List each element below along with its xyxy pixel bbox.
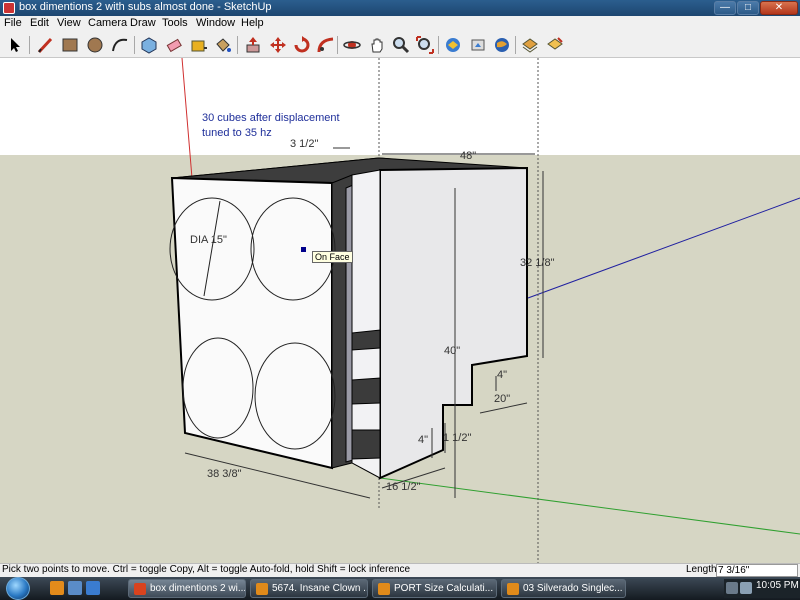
menu-draw[interactable]: Draw: [130, 17, 156, 29]
tape-measure-icon[interactable]: [189, 35, 209, 55]
green-axis: [379, 477, 800, 535]
push-pull-icon[interactable]: [243, 35, 263, 55]
show-desktop-icon[interactable]: [68, 581, 82, 595]
get-photo-texture-icon[interactable]: [520, 35, 540, 55]
zoom-extents-icon[interactable]: [415, 35, 435, 55]
zoom-icon[interactable]: [391, 35, 411, 55]
dimension-port-20: 20": [494, 393, 510, 405]
menu-edit[interactable]: Edit: [30, 17, 49, 29]
dimension-port-4-side: 4": [418, 434, 428, 446]
taskbar-window-insane-clown[interactable]: 5674. Insane Clown ...: [250, 579, 368, 598]
menu-file[interactable]: File: [4, 17, 22, 29]
menu-view[interactable]: View: [57, 17, 81, 29]
firefox-taskbar-icon: [507, 583, 519, 595]
menu-bar: File Edit View Camera Draw Tools Window …: [0, 16, 800, 32]
maximize-button[interactable]: □: [737, 1, 759, 15]
red-axis: [181, 58, 193, 179]
network-icon[interactable]: [726, 582, 738, 594]
menu-camera[interactable]: Camera: [88, 17, 127, 29]
title-bar: box dimentions 2 with subs almost done -…: [0, 0, 800, 16]
window-title: box dimentions 2 with subs almost done -…: [19, 1, 272, 13]
dimension-width: 48": [460, 150, 476, 162]
rotate-icon[interactable]: [292, 35, 312, 55]
dimension-bottom: 16 1/2": [386, 481, 421, 493]
rectangle-tool-icon[interactable]: [60, 35, 80, 55]
menu-help[interactable]: Help: [241, 17, 264, 29]
toolbar-separator: [134, 36, 135, 54]
circle-tool-icon[interactable]: [85, 35, 105, 55]
minimize-button[interactable]: —: [714, 1, 736, 15]
toolbar: [0, 32, 800, 58]
share-model-icon[interactable]: [468, 35, 488, 55]
blue-axis: [527, 197, 800, 299]
close-button[interactable]: ✕: [760, 1, 798, 15]
menu-window[interactable]: Window: [196, 17, 235, 29]
make-component-icon[interactable]: [139, 35, 159, 55]
select-tool-icon[interactable]: [5, 35, 25, 55]
taskbar-window-label: box dimentions 2 wi...: [150, 583, 246, 594]
taskbar: box dimentions 2 wi... 5674. Insane Clow…: [0, 577, 800, 600]
status-bar: Pick two points to move. Ctrl = toggle C…: [0, 563, 800, 577]
clock[interactable]: 10:05 PM: [756, 580, 799, 591]
line-tool-icon[interactable]: [35, 35, 55, 55]
note-line-2: tuned to 35 hz: [202, 127, 272, 139]
taskbar-window-sketchup[interactable]: box dimentions 2 wi...: [128, 579, 246, 598]
taskbar-window-label: PORT Size Calculati...: [394, 583, 494, 594]
google-earth-icon[interactable]: [492, 35, 512, 55]
taskbar-window-label: 03 Silverado Singlec...: [523, 583, 623, 594]
note-line-1: 30 cubes after displacement: [202, 112, 340, 124]
shelf: [351, 377, 381, 405]
status-hint: Pick two points to move. Ctrl = toggle C…: [2, 564, 411, 575]
inference-tooltip: On Face: [312, 251, 353, 263]
menu-tools[interactable]: Tools: [162, 17, 188, 29]
orbit-icon[interactable]: [342, 35, 362, 55]
shelf: [351, 429, 381, 460]
pan-icon[interactable]: [367, 35, 387, 55]
dimension-height-right: 32 1/8": [520, 257, 555, 269]
volume-icon[interactable]: [740, 582, 752, 594]
sketchup-app-icon[interactable]: [3, 2, 15, 14]
dimension-port-4-top: 4": [497, 369, 507, 381]
measurements-input[interactable]: 7 3/16": [716, 564, 798, 577]
cursor-point: [301, 247, 306, 252]
start-button[interactable]: [6, 577, 30, 600]
shelf: [351, 329, 381, 351]
model-scene: 30 cubes after displacement tuned to 35 …: [169, 58, 800, 563]
dimension-diameter: DIA 15": [190, 234, 227, 246]
box-front-face: [170, 176, 333, 470]
toolbar-separator: [29, 36, 30, 54]
eraser-icon[interactable]: [164, 35, 184, 55]
toolbar-separator: [237, 36, 238, 54]
measurements-label: Length: [686, 564, 717, 575]
toolbar-separator: [337, 36, 338, 54]
switch-windows-icon[interactable]: [86, 581, 100, 595]
dimension-height-main: 40": [444, 345, 460, 357]
drawing-viewport[interactable]: 30 cubes after displacement tuned to 35 …: [0, 58, 800, 563]
arc-tool-icon[interactable]: [110, 35, 130, 55]
components-icon[interactable]: [545, 35, 565, 55]
toolbar-separator: [438, 36, 439, 54]
firefox-taskbar-icon: [378, 583, 390, 595]
toolbar-separator: [515, 36, 516, 54]
taskbar-window-silverado[interactable]: 03 Silverado Singlec...: [501, 579, 626, 598]
firefox-taskbar-icon: [256, 583, 268, 595]
dimension-top-gap: 3 1/2": [290, 138, 318, 150]
follow-me-icon[interactable]: [316, 35, 336, 55]
dimension-depth: 38 3/8": [207, 468, 242, 480]
get-models-icon[interactable]: [443, 35, 463, 55]
sketchup-taskbar-icon: [134, 583, 146, 595]
taskbar-window-port-size[interactable]: PORT Size Calculati...: [372, 579, 497, 598]
dimension-port-1-1-2: 1 1/2": [443, 432, 471, 444]
move-icon[interactable]: [268, 35, 288, 55]
firefox-icon[interactable]: [50, 581, 64, 595]
taskbar-window-label: 5674. Insane Clown ...: [272, 583, 368, 594]
paint-bucket-icon[interactable]: [213, 35, 233, 55]
